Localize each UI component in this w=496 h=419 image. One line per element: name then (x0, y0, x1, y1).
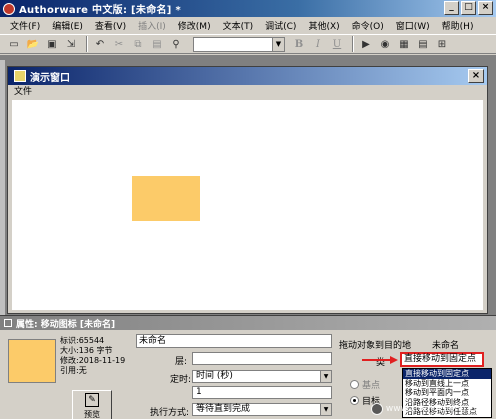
save-icon[interactable]: ▣ (44, 36, 60, 52)
site-watermark: www.xitongcheng.com (370, 403, 488, 415)
toolbar-separator (352, 36, 354, 52)
timing-select[interactable]: 时间 (秒) ▼ (192, 370, 332, 383)
presentation-canvas[interactable] (12, 100, 483, 310)
chevron-down-icon: ▼ (320, 371, 331, 382)
knowledge-objects-icon[interactable]: ⊞ (434, 36, 450, 52)
preview-button[interactable]: ✎ 预览 (72, 390, 112, 419)
icon-info: 标识:65544 大小:136 字节 修改:2018-11-19 引用:无 (60, 336, 125, 376)
timing-label: 定时: (170, 375, 192, 385)
motion-type-select[interactable]: 直接移动到固定点 (400, 352, 484, 367)
presentation-window-title: 演示窗口 (30, 72, 70, 84)
layer-field[interactable] (192, 352, 332, 365)
info-id: 标识:65544 (60, 336, 105, 345)
import-icon[interactable]: ⇲ (63, 36, 79, 52)
menu-view[interactable]: 查看(V) (89, 19, 132, 32)
variables-icon[interactable]: ▤ (415, 36, 431, 52)
chevron-down-icon: ▼ (272, 37, 284, 51)
timing-select-value: 时间 (秒) (196, 371, 233, 381)
menu-text[interactable]: 文本(T) (217, 19, 260, 32)
text-style-combo[interactable]: ▼ (193, 36, 285, 52)
motion-option[interactable]: 直接移动到固定点 (403, 369, 491, 379)
chevron-down-icon: ▼ (320, 404, 331, 415)
window-title: Authorware 中文版: [未命名] * (19, 5, 181, 16)
timing-value-field[interactable]: 1 (192, 386, 332, 399)
open-folder-icon[interactable]: 📂 (25, 36, 41, 52)
exec-select[interactable]: 等待直到完成 ▼ (192, 403, 332, 416)
info-size: 大小:136 字节 (60, 346, 113, 355)
exec-select-value: 等待直到完成 (196, 404, 251, 414)
menu-modify[interactable]: 修改(M) (172, 19, 217, 32)
presentation-close-button[interactable]: × (468, 69, 484, 83)
properties-title-bar[interactable]: 属性: 移动图标 [未命名] (0, 316, 496, 330)
red-arrow-annotation (362, 356, 398, 364)
layer-label: 层: (175, 357, 188, 367)
menu-debug[interactable]: 调试(C) (259, 19, 302, 32)
undo-icon[interactable]: ↶ (92, 36, 108, 52)
menu-help[interactable]: 帮助(H) (436, 19, 480, 32)
minimize-button[interactable]: _ (444, 1, 459, 15)
app-title-bar: Authorware 中文版: [未命名] * _ □ × (0, 0, 496, 17)
paste-icon[interactable]: ▤ (149, 36, 165, 52)
design-window-edge (0, 60, 6, 315)
collapse-icon[interactable] (4, 319, 12, 327)
menu-file[interactable]: 文件(F) (4, 19, 46, 32)
new-icon[interactable]: ▭ (6, 36, 22, 52)
motion-option[interactable]: 移动到平面内一点 (403, 388, 491, 398)
radio-target-dot (350, 396, 359, 405)
bold-button[interactable]: B (291, 36, 307, 52)
object-preview-thumbnail (8, 339, 56, 383)
menu-commands[interactable]: 命令(O) (346, 19, 390, 32)
presentation-menu-file[interactable]: 文件 (8, 85, 487, 99)
functions-icon[interactable]: ▦ (396, 36, 412, 52)
exec-label: 执行方式: (150, 408, 190, 418)
italic-button[interactable]: I (310, 36, 326, 52)
properties-panel: 属性: 移动图标 [未命名] 标识:65544 大小:136 字节 修改:201… (0, 315, 496, 419)
watermark-text: www.xitongcheng.com (385, 404, 488, 414)
menu-other[interactable]: 其他(X) (302, 19, 345, 32)
toolbar-separator (86, 36, 88, 52)
window-controls: _ □ × (444, 1, 493, 15)
toolbar: ▭ 📂 ▣ ⇲ ↶ ✂ ⧉ ▤ ⚲ ▼ B I U ▶ ◉ ▦ ▤ ⊞ (0, 34, 496, 54)
control-panel-icon[interactable]: ◉ (377, 36, 393, 52)
watermark-logo-icon (370, 403, 383, 415)
presentation-window-title-bar[interactable]: 演示窗口 (8, 67, 487, 85)
copy-icon[interactable]: ⧉ (130, 36, 146, 52)
preview-label: 预览 (84, 410, 100, 419)
drag-target-label: 拖动对象到目的地 (339, 341, 412, 351)
menu-insert[interactable]: 插入(I) (132, 19, 172, 32)
cut-icon[interactable]: ✂ (111, 36, 127, 52)
info-references: 引用:无 (60, 366, 87, 375)
info-modified: 修改:2018-11-19 (60, 356, 126, 365)
authorware-icon (3, 2, 15, 15)
maximize-button[interactable]: □ (461, 1, 476, 15)
radio-base-point[interactable]: 基点 (350, 378, 380, 391)
radio-base-dot (350, 380, 359, 389)
find-icon[interactable]: ⚲ (168, 36, 184, 52)
edit-icon: ✎ (85, 393, 99, 407)
properties-title: 属性: 移动图标 [未命名] (16, 319, 116, 330)
target-object-name: 未命名 (432, 341, 460, 351)
menu-edit[interactable]: 编辑(E) (46, 19, 89, 32)
close-button[interactable]: × (478, 1, 493, 15)
underline-button[interactable]: U (329, 36, 345, 52)
presentation-window-icon (14, 70, 26, 82)
yellow-rectangle-object[interactable] (132, 176, 200, 221)
menu-window[interactable]: 窗口(W) (390, 19, 436, 32)
motion-option[interactable]: 移动到直线上一点 (403, 379, 491, 389)
restart-icon[interactable]: ▶ (358, 36, 374, 52)
radio-base-label: 基点 (362, 381, 381, 391)
menu-bar: 文件(F) 编辑(E) 查看(V) 插入(I) 修改(M) 文本(T) 调试(C… (0, 17, 496, 34)
icon-name-field[interactable]: 未命名 (136, 334, 332, 348)
presentation-window: 演示窗口 × 文件 (7, 66, 488, 314)
